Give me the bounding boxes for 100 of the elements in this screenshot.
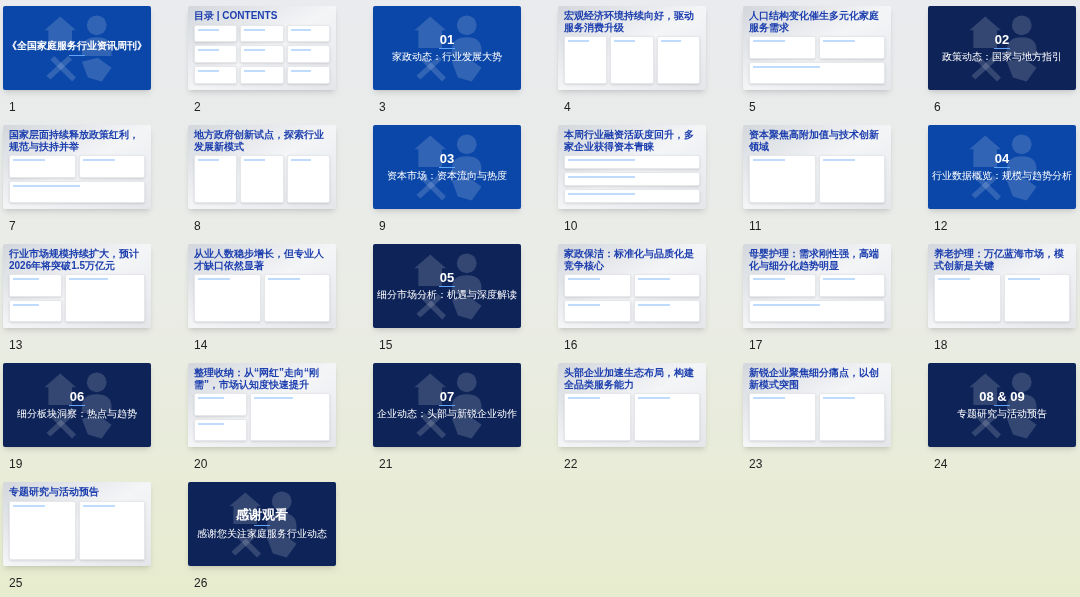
slide-card <box>286 45 330 64</box>
slide-number: 3 <box>378 99 387 116</box>
section-subtitle: 行业数据概览：规模与趋势分析 <box>931 169 1073 183</box>
slide-title: 从业人数稳步增长，但专业人才缺口依然显著 <box>194 248 325 271</box>
slide-card <box>633 274 700 297</box>
slide-thumbnail[interactable]: 《全国家庭服务行业资讯周刊》 <box>3 6 151 90</box>
slide-card <box>610 36 654 84</box>
slide-title: 目录 | CONTENTS <box>194 10 279 22</box>
slide-card <box>240 45 284 64</box>
slide-title: 养老护理：万亿蓝海市场，模式创新是关键 <box>934 248 1065 271</box>
slide-thumbnail[interactable]: 03 资本市场：资本流向与热度 <box>373 125 521 209</box>
slide-number: 21 <box>378 456 394 473</box>
slide-number: 24 <box>933 456 949 473</box>
slide-card <box>194 418 248 441</box>
slide-title: 头部企业加速生态布局，构建全品类服务能力 <box>564 367 695 390</box>
slide-thumbnail[interactable]: 08 & 09 专题研究与活动预告 <box>928 363 1076 447</box>
slide-card <box>564 274 631 297</box>
slide-title: 母婴护理：需求刚性强，高端化与细分化趋势明显 <box>749 248 880 271</box>
slide-card <box>240 155 284 203</box>
slide-card <box>1003 274 1070 322</box>
slide-card <box>633 393 700 441</box>
slide-number: 22 <box>563 456 579 473</box>
slide-card <box>818 155 885 203</box>
slide-thumbnail[interactable]: 从业人数稳步增长，但专业人才缺口依然显著 <box>188 244 336 328</box>
slide-thumbnail[interactable]: 养老护理：万亿蓝海市场，模式创新是关键 <box>928 244 1076 328</box>
slide-card <box>749 155 816 203</box>
section-subtitle: 细分市场分析：机遇与深度解读 <box>376 288 518 302</box>
slide-thumbnail[interactable]: 感谢观看 感谢您关注家庭服务行业动态 <box>188 482 336 566</box>
slide-card <box>564 299 631 322</box>
section-subtitle: 资本市场：资本流向与热度 <box>386 169 508 183</box>
slide-title: 资本聚焦高附加值与技术创新领域 <box>749 129 880 152</box>
slide-number: 6 <box>933 99 942 116</box>
section-number: 02 <box>994 32 1010 46</box>
slide-title: 本周行业融资活跃度回升，多家企业获得资本青睐 <box>564 129 695 152</box>
section-number: 04 <box>994 151 1010 165</box>
slide-number: 18 <box>933 337 949 354</box>
slide-number: 16 <box>563 337 579 354</box>
slide-card <box>9 274 63 297</box>
slide-thumbnail[interactable]: 02 政策动态：国家与地方指引 <box>928 6 1076 90</box>
slide-card <box>286 24 330 43</box>
slide-thumbnail[interactable]: 目录 | CONTENTS <box>188 6 336 90</box>
section-number: 06 <box>69 389 85 403</box>
slide-thumbnail[interactable]: 母婴护理：需求刚性强，高端化与细分化趋势明显 <box>743 244 891 328</box>
slide-thumbnail[interactable]: 本周行业融资活跃度回升，多家企业获得资本青睐 <box>558 125 706 209</box>
slide-card <box>564 393 631 441</box>
slide-card <box>286 155 330 203</box>
section-subtitle: 政策动态：国家与地方指引 <box>941 50 1063 64</box>
section-subtitle: 企业动态：头部与新锐企业动作 <box>376 407 518 421</box>
slide-card <box>749 274 816 297</box>
slide-title: 家政保洁：标准化与品质化是竞争核心 <box>564 248 695 271</box>
slide-thumbnail[interactable]: 01 家政动态：行业发展大势 <box>373 6 521 90</box>
slide-number: 23 <box>748 456 764 473</box>
slide-card <box>818 274 885 297</box>
slide-thumbnail[interactable]: 专题研究与活动预告 <box>3 482 151 566</box>
slide-number: 5 <box>748 99 757 116</box>
section-number: 03 <box>439 151 455 165</box>
slide-card <box>263 274 330 322</box>
slide-title: 感谢观看 <box>236 507 288 524</box>
section-subtitle: 家政动态：行业发展大势 <box>391 50 503 64</box>
slide-thumbnail[interactable]: 05 细分市场分析：机遇与深度解读 <box>373 244 521 328</box>
slide-number: 13 <box>8 337 24 354</box>
slide-number: 14 <box>193 337 209 354</box>
slide-card <box>240 24 284 43</box>
slide-card <box>194 66 238 84</box>
slide-title: 专题研究与活动预告 <box>9 486 100 498</box>
slide-number: 7 <box>8 218 17 235</box>
slide-thumbnail[interactable]: 整理收纳：从“网红”走向“刚需”，市场认知度快速提升 <box>188 363 336 447</box>
slide-thumbnail[interactable]: 行业市场规模持续扩大，预计2026年将突破1.5万亿元 <box>3 244 151 328</box>
slide-card <box>194 274 261 322</box>
slide-card <box>194 155 238 203</box>
slide-thumbnail[interactable]: 家政保洁：标准化与品质化是竞争核心 <box>558 244 706 328</box>
slide-thumbnail[interactable]: 06 细分板块洞察：热点与趋势 <box>3 363 151 447</box>
slide-number: 10 <box>563 218 579 235</box>
slide-title: 人口结构变化催生多元化家庭服务需求 <box>749 10 880 33</box>
section-number: 07 <box>439 389 455 403</box>
slide-card <box>564 36 608 84</box>
slide-thumbnail[interactable]: 地方政府创新试点，探索行业发展新模式 <box>188 125 336 209</box>
slide-title: 国家层面持续释放政策红利，规范与扶持并举 <box>9 129 140 152</box>
slide-card <box>656 36 700 84</box>
slide-title: 整理收纳：从“网红”走向“刚需”，市场认知度快速提升 <box>194 367 320 390</box>
section-subtitle: 细分板块洞察：热点与趋势 <box>16 407 138 421</box>
slide-number: 25 <box>8 575 24 592</box>
slide-thumbnail[interactable]: 宏观经济环境持续向好，驱动服务消费升级 <box>558 6 706 90</box>
slide-title: 行业市场规模持续扩大，预计2026年将突破1.5万亿元 <box>9 248 140 271</box>
slide-number: 12 <box>933 218 949 235</box>
slide-card <box>9 155 76 178</box>
slide-thumbnail[interactable]: 新锐企业聚焦细分痛点，以创新模式突围 <box>743 363 891 447</box>
slide-thumbnail[interactable]: 07 企业动态：头部与新锐企业动作 <box>373 363 521 447</box>
slide-card <box>194 393 248 416</box>
slide-thumbnail[interactable]: 人口结构变化催生多元化家庭服务需求 <box>743 6 891 90</box>
slide-number: 11 <box>748 218 763 235</box>
slide-card <box>286 66 330 84</box>
slide-thumbnail[interactable]: 头部企业加速生态布局，构建全品类服务能力 <box>558 363 706 447</box>
slide-thumbnail[interactable]: 资本聚焦高附加值与技术创新领域 <box>743 125 891 209</box>
slide-thumbnail[interactable]: 国家层面持续释放政策红利，规范与扶持并举 <box>3 125 151 209</box>
section-number: 01 <box>439 32 455 46</box>
slide-title: 地方政府创新试点，探索行业发展新模式 <box>194 129 325 152</box>
slide-number: 17 <box>748 337 764 354</box>
slide-title: 新锐企业聚焦细分痛点，以创新模式突围 <box>749 367 880 390</box>
slide-thumbnail[interactable]: 04 行业数据概览：规模与趋势分析 <box>928 125 1076 209</box>
